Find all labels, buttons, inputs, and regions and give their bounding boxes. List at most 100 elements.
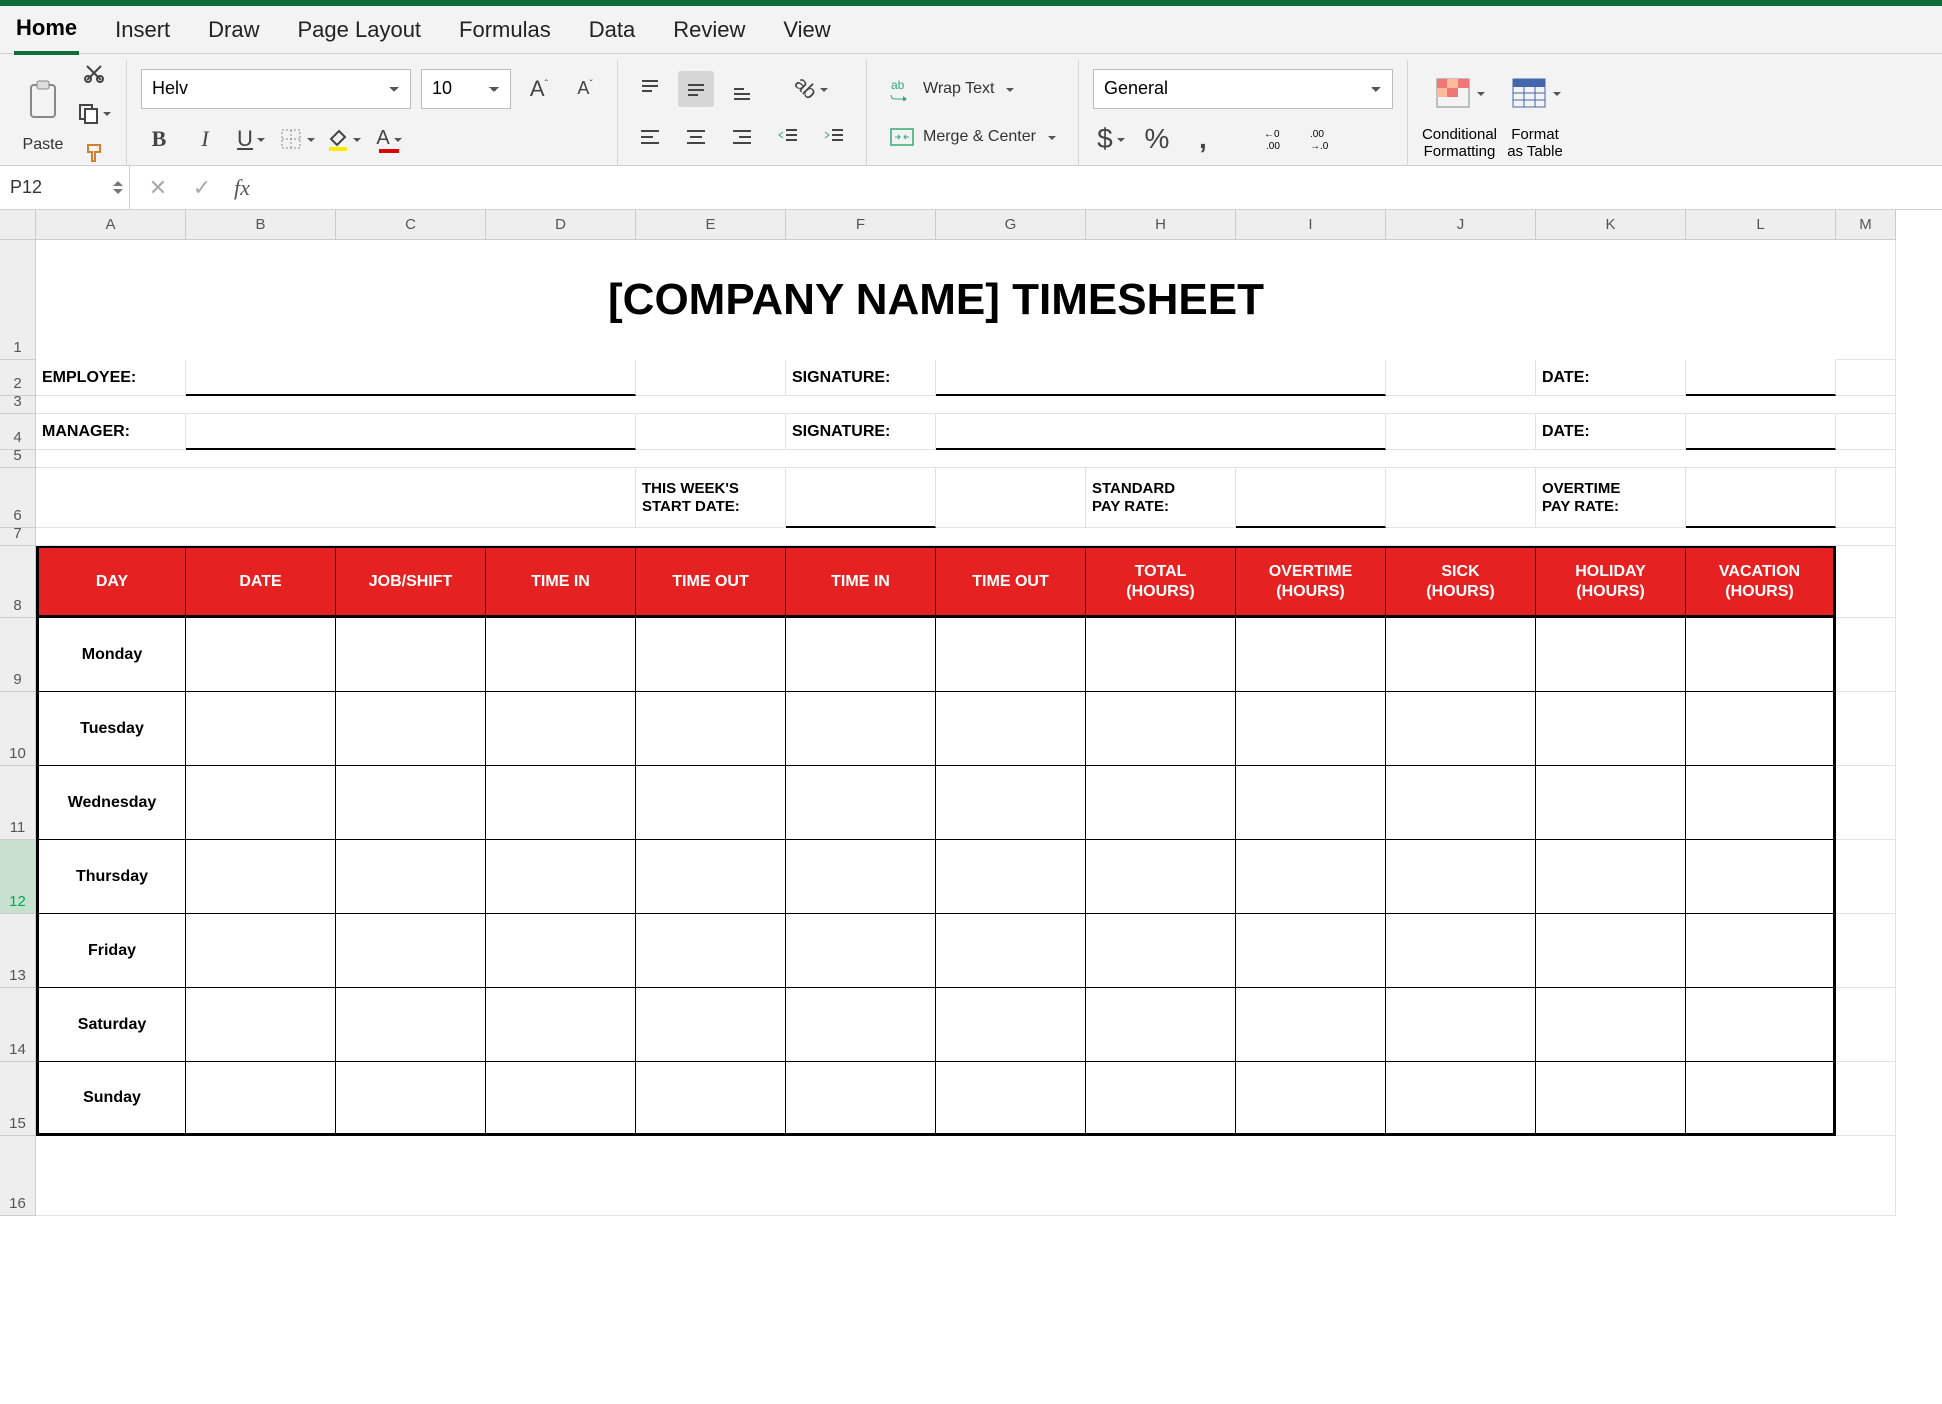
row-header[interactable]: 7 [0,528,36,546]
cell[interactable] [1836,414,1896,450]
orientation-button[interactable]: ab [793,71,829,107]
formula-input[interactable] [260,167,1942,209]
table-cell[interactable] [1086,1062,1236,1136]
table-cell[interactable] [1686,692,1836,766]
select-all-corner[interactable] [0,210,36,240]
table-cell[interactable] [786,840,936,914]
table-cell[interactable] [1086,618,1236,692]
align-middle-button[interactable] [678,71,714,107]
table-cell[interactable] [336,618,486,692]
grid-body[interactable]: [COMPANY NAME] TIMESHEETEMPLOYEE:SIGNATU… [36,240,1942,1216]
column-header[interactable]: J [1386,210,1536,240]
table-cell[interactable] [186,766,336,840]
format-as-table-button[interactable] [1507,65,1563,121]
day-cell[interactable]: Monday [36,618,186,692]
wrap-text-button[interactable]: ab Wrap Text [881,71,1022,107]
employee-field[interactable] [186,360,636,396]
table-cell[interactable] [1536,988,1686,1062]
increase-decimal-button[interactable]: ←0.00 [1261,121,1297,157]
cell[interactable] [36,528,1896,546]
cell[interactable] [1836,840,1896,914]
column-header[interactable]: B [186,210,336,240]
table-cell[interactable] [936,766,1086,840]
row-header[interactable]: 12 [0,840,36,914]
table-cell[interactable] [636,988,786,1062]
row-header[interactable]: 11 [0,766,36,840]
column-header[interactable]: A [36,210,186,240]
table-cell[interactable] [936,1062,1086,1136]
row-header[interactable]: 1 [0,240,36,360]
table-cell[interactable] [1386,840,1536,914]
table-cell[interactable] [636,914,786,988]
table-cell[interactable] [636,840,786,914]
cell[interactable] [36,450,1896,468]
cell[interactable] [1836,240,1896,360]
cell[interactable] [1836,360,1896,396]
cell[interactable] [936,468,1086,528]
table-cell[interactable] [486,692,636,766]
column-header[interactable]: L [1686,210,1836,240]
fill-color-button[interactable] [325,121,361,157]
table-cell[interactable] [786,618,936,692]
table-cell[interactable] [936,914,1086,988]
table-cell[interactable] [1386,988,1536,1062]
tab-formulas[interactable]: Formulas [457,7,553,53]
signature-field[interactable] [936,360,1386,396]
row-header[interactable]: 13 [0,914,36,988]
table-cell[interactable] [336,988,486,1062]
row-header[interactable]: 9 [0,618,36,692]
table-cell[interactable] [186,840,336,914]
table-cell[interactable] [636,1062,786,1136]
table-cell[interactable] [1236,840,1386,914]
align-left-button[interactable] [632,119,668,155]
table-cell[interactable] [1686,766,1836,840]
table-cell[interactable] [1686,988,1836,1062]
row-header[interactable]: 10 [0,692,36,766]
table-cell[interactable] [1386,914,1536,988]
align-center-button[interactable] [678,119,714,155]
table-cell[interactable] [1386,692,1536,766]
table-cell[interactable] [786,988,936,1062]
row-header[interactable]: 16 [0,1136,36,1216]
italic-button[interactable]: I [187,121,223,157]
table-cell[interactable] [1536,766,1686,840]
row-header[interactable]: 4 [0,414,36,450]
day-cell[interactable]: Wednesday [36,766,186,840]
number-format-select[interactable] [1093,69,1393,109]
table-cell[interactable] [1386,1062,1536,1136]
week-start-field[interactable] [786,468,936,528]
tab-insert[interactable]: Insert [113,7,172,53]
bold-button[interactable]: B [141,121,177,157]
day-cell[interactable]: Sunday [36,1062,186,1136]
column-header[interactable]: G [936,210,1086,240]
table-cell[interactable] [336,1062,486,1136]
currency-button[interactable]: $ [1093,121,1129,157]
signature-field[interactable] [936,414,1386,450]
table-cell[interactable] [786,766,936,840]
table-cell[interactable] [336,840,486,914]
decrease-decimal-button[interactable]: .00→.0 [1307,121,1343,157]
row-header[interactable]: 15 [0,1062,36,1136]
table-cell[interactable] [1536,914,1686,988]
table-cell[interactable] [936,840,1086,914]
table-cell[interactable] [786,914,936,988]
tab-draw[interactable]: Draw [206,7,261,53]
cell[interactable] [1836,914,1896,988]
table-cell[interactable] [1536,840,1686,914]
table-cell[interactable] [1236,692,1386,766]
row-header[interactable]: 3 [0,396,36,414]
column-header[interactable]: E [636,210,786,240]
table-cell[interactable] [186,988,336,1062]
tab-home[interactable]: Home [14,5,79,55]
percent-button[interactable]: % [1139,121,1175,157]
day-cell[interactable]: Saturday [36,988,186,1062]
cell[interactable] [1836,468,1896,528]
decrease-indent-button[interactable] [770,119,806,155]
table-cell[interactable] [186,914,336,988]
cell[interactable] [1836,766,1896,840]
table-cell[interactable] [336,766,486,840]
column-header[interactable]: D [486,210,636,240]
day-cell[interactable]: Tuesday [36,692,186,766]
table-cell[interactable] [1236,988,1386,1062]
table-cell[interactable] [1086,840,1236,914]
